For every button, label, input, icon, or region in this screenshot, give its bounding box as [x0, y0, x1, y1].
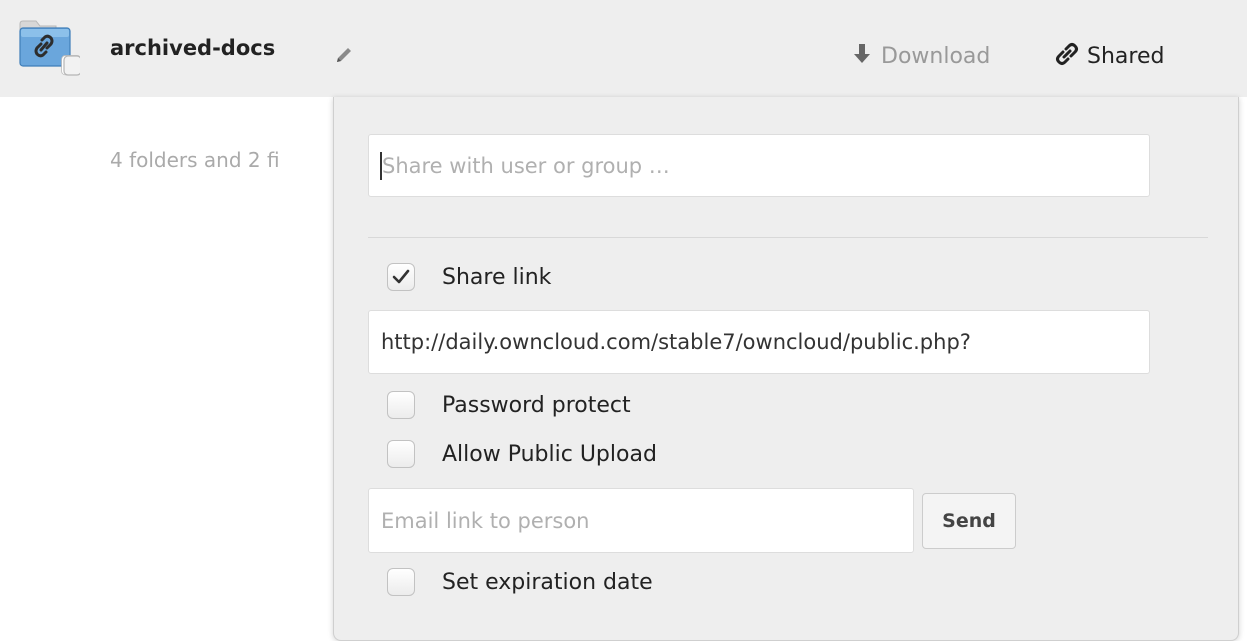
pencil-icon[interactable]	[333, 44, 355, 66]
expiration-date-label[interactable]: Set expiration date	[442, 570, 653, 595]
file-row[interactable]: archived-docs Download Shared	[0, 0, 1247, 97]
shared-label: Shared	[1087, 43, 1165, 69]
download-label: Download	[881, 43, 991, 69]
share-with-input[interactable]	[368, 134, 1150, 197]
text-caret	[380, 152, 382, 180]
link-icon	[1055, 42, 1079, 70]
checkmark-icon	[392, 269, 410, 284]
file-name[interactable]: archived-docs	[110, 36, 275, 60]
email-link-input[interactable]	[368, 488, 914, 553]
download-arrow-icon	[852, 42, 872, 70]
allow-public-upload-label[interactable]: Allow Public Upload	[442, 442, 657, 467]
expiration-date-checkbox[interactable]	[387, 568, 415, 596]
share-dropdown: Share link http://daily.owncloud.com/sta…	[333, 97, 1239, 641]
password-protect-label[interactable]: Password protect	[442, 393, 631, 418]
send-button[interactable]: Send	[922, 493, 1016, 549]
share-link-checkbox[interactable]	[387, 263, 415, 291]
files-app: archived-docs Download Shared 4 folders …	[0, 0, 1247, 641]
share-link-label[interactable]: Share link	[442, 265, 551, 290]
download-button[interactable]: Download	[852, 38, 990, 74]
shared-folder-icon[interactable]	[18, 18, 82, 80]
shared-button[interactable]: Shared	[1055, 38, 1164, 74]
password-protect-checkbox[interactable]	[387, 391, 415, 419]
allow-public-upload-checkbox[interactable]	[387, 440, 415, 468]
share-link-url[interactable]: http://daily.owncloud.com/stable7/ownclo…	[368, 310, 1150, 374]
divider	[368, 237, 1208, 238]
folder-summary: 4 folders and 2 fi	[110, 148, 280, 172]
